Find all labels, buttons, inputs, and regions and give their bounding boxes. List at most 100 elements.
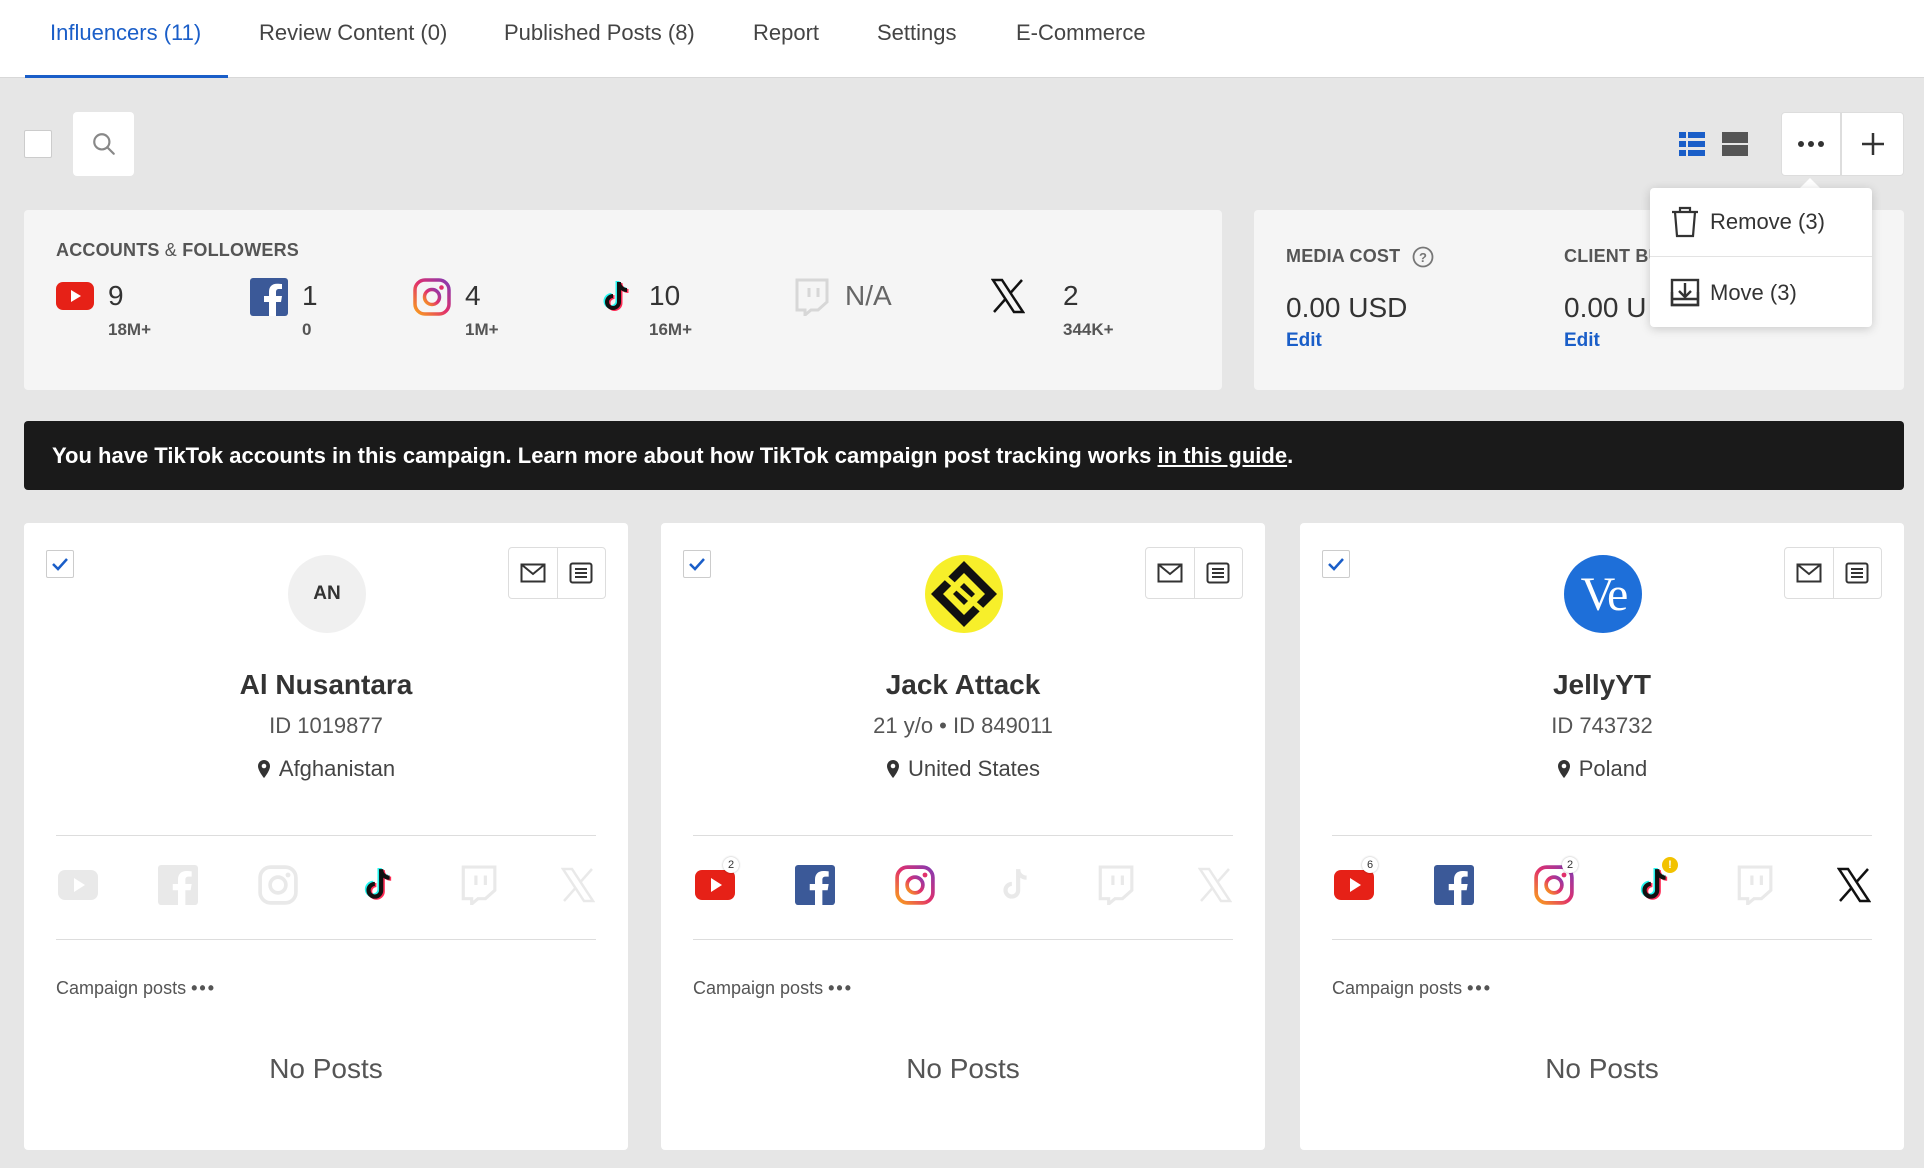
stat-count: 4 [465,280,481,311]
facebook-icon[interactable] [793,863,837,907]
email-button[interactable] [1146,548,1194,598]
stat-followers: 0 [302,320,312,339]
accounts-followers-panel: ACCOUNTS & FOLLOWERS 9 18M+ 1 0 4 1M+ 10… [24,210,1222,390]
grid-view-icon[interactable] [1678,130,1706,158]
influencer-location: United States [661,756,1265,782]
avatar [925,555,1003,633]
x-icon[interactable] [556,863,600,907]
card-actions [508,547,606,599]
media-cost-edit-link[interactable]: Edit [1286,330,1322,352]
tab-report[interactable]: Report [753,20,819,46]
notes-button[interactable] [556,548,606,598]
envelope-icon [1157,563,1183,583]
remove-menu-item[interactable]: Remove (3) [1650,188,1872,257]
tab-bar: Influencers (11) Review Content (0) Publ… [0,0,1924,78]
tiktok-icon[interactable] [356,863,400,907]
email-button[interactable] [509,548,557,598]
jack-attack-logo [925,555,1003,633]
location-pin-icon [886,760,899,778]
card-checkbox[interactable] [683,550,711,578]
twitch-icon[interactable] [1093,863,1137,907]
notes-button[interactable] [1193,548,1243,598]
notes-button[interactable] [1832,548,1882,598]
move-icon [1670,278,1700,306]
influencer-card[interactable]: AN Al Nusantara ID 1019877 Afghanistan C… [24,523,628,1150]
client-budget-edit-link[interactable]: Edit [1564,330,1600,352]
stat-followers: 1M+ [465,320,499,339]
card-checkbox[interactable] [46,550,74,578]
banner-end: . [1287,442,1294,468]
stat-followers: 344K+ [1063,320,1114,339]
youtube-icon[interactable]: 6 [1332,857,1378,907]
more-options-button[interactable] [1781,112,1841,176]
twitch-icon[interactable] [456,863,500,907]
search-button[interactable] [73,112,134,176]
client-budget-label: CLIENT BU [1564,246,1662,266]
checkmark-icon [1328,558,1344,571]
tab-published-posts[interactable]: Published Posts (8) [504,20,695,46]
card-actions [1784,547,1882,599]
no-posts-text: No Posts [906,1053,1020,1084]
add-button[interactable] [1841,112,1904,176]
instagram-icon[interactable] [256,863,300,907]
avatar: AN [288,555,366,633]
card-actions [1145,547,1243,599]
email-button[interactable] [1785,548,1833,598]
influencer-id: ID 1019877 [269,713,383,738]
checkmark-icon [689,558,705,571]
influencer-id: ID 743732 [1551,713,1653,738]
warning-badge: ! [1662,857,1678,873]
tiktok-info-banner: You have TikTok accounts in this campaig… [24,421,1904,490]
instagram-icon [413,278,451,316]
no-posts-text: No Posts [269,1053,383,1084]
client-budget-value: 0.00 U [1564,292,1647,323]
tiktok-icon[interactable] [993,863,1037,907]
avatar: Ve [1564,555,1642,633]
active-tab-indicator [25,75,228,78]
ellipsis-icon [1798,141,1824,147]
influencer-location: Afghanistan [24,756,628,782]
stat-count: N/A [845,280,892,311]
select-all-checkbox[interactable] [24,130,52,158]
tiktok-icon[interactable]: ! [1632,857,1678,907]
remove-label: Remove (3) [1710,209,1825,234]
location-text: Afghanistan [278,756,396,781]
influencer-location: Poland [1300,756,1904,782]
more-options-menu: Remove (3) Move (3) [1650,188,1872,327]
stat-count: 9 [108,280,124,311]
instagram-icon[interactable] [893,863,937,907]
youtube-count-badge: 2 [723,857,739,873]
instagram-icon[interactable]: 2 [1532,857,1578,907]
facebook-icon[interactable] [156,863,200,907]
divider [56,939,596,940]
twitch-icon[interactable] [1732,863,1776,907]
media-cost-label: MEDIA COST [1286,246,1401,266]
card-checkbox[interactable] [1322,550,1350,578]
facebook-icon[interactable] [1432,863,1476,907]
divider [1332,835,1872,836]
envelope-icon [520,563,546,583]
tab-e-commerce[interactable]: E-Commerce [1016,20,1146,46]
help-icon[interactable]: ? [1412,246,1434,268]
list-view-icon[interactable] [1721,130,1749,158]
influencer-card[interactable]: Jack Attack 21 y/o • ID 849011 United St… [661,523,1265,1150]
move-menu-item[interactable]: Move (3) [1650,258,1872,327]
youtube-icon[interactable]: 2 [693,857,739,907]
tab-review-content[interactable]: Review Content (0) [259,20,447,46]
x-icon[interactable] [1832,863,1876,907]
facebook-icon [250,278,288,316]
tab-influencers[interactable]: Influencers (11) [50,20,201,46]
banner-guide-link[interactable]: in this guide [1158,443,1288,469]
stat-count: 10 [649,280,681,311]
influencer-card[interactable]: Ve JellyYT ID 743732 Poland 6 2 ! Campai… [1300,523,1904,1150]
influencer-name[interactable]: JellyYT [1300,669,1904,701]
location-pin-icon [1557,760,1570,778]
influencer-name[interactable]: Al Nusantara [24,669,628,701]
tab-settings[interactable]: Settings [877,20,957,46]
youtube-icon[interactable] [56,863,100,907]
influencer-id: 21 y/o • ID 849011 [873,713,1053,738]
checkmark-icon [52,558,68,571]
x-icon[interactable] [1193,863,1237,907]
influencer-name[interactable]: Jack Attack [661,669,1265,701]
divider [693,939,1233,940]
